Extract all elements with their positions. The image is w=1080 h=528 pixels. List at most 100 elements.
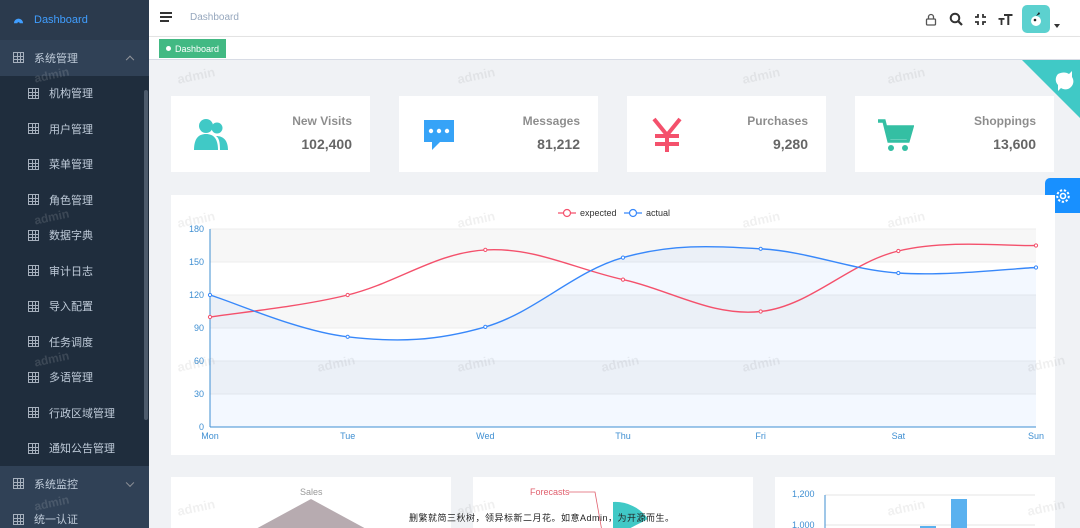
x-tick-label: Thu (615, 431, 631, 441)
sidebar-item-7[interactable]: 任务调度 (0, 324, 149, 360)
card-label: Purchases (747, 114, 808, 128)
sidebar-group-label: 系统监控 (34, 478, 78, 491)
card-value: 81,212 (537, 136, 580, 152)
sidebar-item-label: 任务调度 (49, 336, 93, 349)
table-icon (28, 407, 39, 419)
card-value: 9,280 (772, 136, 808, 152)
x-tick-label: Mon (201, 431, 219, 441)
legend-marker (628, 208, 638, 218)
hamburger-icon[interactable] (160, 12, 172, 24)
x-tick-label: Sun (1028, 431, 1044, 441)
sidebar-item-1[interactable]: 用户管理 (0, 111, 149, 147)
data-point-expected (345, 292, 350, 298)
search-icon[interactable] (947, 11, 964, 28)
data-point-expected (483, 247, 488, 253)
sidebar-item-label: 导入配置 (49, 301, 93, 314)
data-point-actual (483, 324, 488, 329)
table-icon (28, 442, 39, 454)
table-icon (28, 300, 39, 312)
line-chart-panel: 0 30 60 90 120 150 180 Mon Tue Wed Thu Fri Sat Sun exp… (171, 195, 1055, 455)
data-point-expected (207, 314, 213, 320)
sidebar-item-label: 用户管理 (49, 123, 93, 136)
x-tick-label: Fri (755, 431, 766, 441)
sidebar-item-4[interactable]: 数据字典 (0, 217, 149, 253)
card-label: Shoppings (974, 114, 1036, 128)
sidebar-item-label: Dashboard (34, 14, 88, 26)
tags-view: Dashboard (149, 37, 1080, 60)
money-icon (645, 113, 689, 157)
watermark: admin (175, 64, 217, 87)
y-tick-label: 150 (189, 257, 204, 267)
breadcrumb[interactable]: Dashboard (190, 12, 239, 23)
sidebar-scrollbar[interactable] (144, 90, 148, 420)
x-tick-label: Sat (892, 431, 906, 441)
card-value: 13,600 (993, 136, 1036, 152)
y-tick-label: 30 (194, 389, 204, 399)
main-content: New Visits 102,400 Messages 81,212 Purch… (149, 60, 1080, 528)
avatar[interactable] (1022, 5, 1050, 33)
sidebar-group-auth[interactable]: 统一认证 (0, 501, 149, 528)
x-tick-label: Wed (476, 431, 494, 441)
sidebar-item-6[interactable]: 导入配置 (0, 288, 149, 324)
peoples-icon (189, 113, 233, 157)
y-tick-label: 90 (194, 323, 204, 333)
sidebar-item-0[interactable]: 机构管理 (0, 75, 149, 111)
sidebar-group-monitor[interactable]: 系统监控 (0, 466, 149, 502)
sidebar-item-9[interactable]: 行政区域管理 (0, 395, 149, 431)
navbar: Dashboard (149, 0, 1080, 37)
table-icon (28, 158, 39, 170)
table-icon (28, 194, 39, 206)
sidebar-item-label: 审计日志 (49, 265, 93, 278)
data-point-actual (207, 292, 213, 298)
watermark: admin (885, 64, 927, 87)
y-tick-label: 120 (189, 290, 204, 300)
panel-shoppings[interactable]: Shoppings 13,600 (855, 96, 1054, 172)
x-tick-label: Tue (340, 431, 355, 441)
data-point-expected (758, 309, 763, 314)
sidebar-item-label: 多语管理 (49, 372, 93, 385)
table-icon (13, 513, 24, 525)
watermark: admin (740, 64, 782, 87)
y-tick-label: 60 (194, 356, 204, 366)
data-point-actual (896, 270, 901, 276)
caret-down-icon[interactable] (1054, 24, 1060, 28)
watermark: admin (455, 64, 497, 87)
tag-label: Dashboard (175, 43, 220, 54)
sidebar: Dashboard 系统管理 机构管理用户管理菜单管理角色管理数据字典审计日志导… (0, 0, 149, 528)
sidebar-item-5[interactable]: 审计日志 (0, 253, 149, 289)
panel-messages[interactable]: Messages 81,212 (399, 96, 598, 172)
y-tick-label: 180 (189, 224, 204, 234)
sidebar-item-dashboard[interactable]: Dashboard (0, 0, 149, 40)
sidebar-item-label: 菜单管理 (49, 159, 93, 172)
table-icon (28, 229, 39, 241)
table-icon (28, 265, 39, 277)
panel-purchases[interactable]: Purchases 9,280 (627, 96, 826, 172)
sidebar-item-10[interactable]: 通知公告管理 (0, 430, 149, 466)
table-icon (28, 123, 39, 135)
data-point-actual (758, 246, 763, 251)
sidebar-item-label: 机构管理 (49, 88, 93, 101)
table-icon (28, 371, 39, 383)
text-size-icon[interactable] (997, 11, 1014, 28)
legend-label: expected (580, 208, 617, 218)
fullscreen-icon[interactable] (972, 11, 989, 28)
message-icon (417, 113, 461, 157)
chevron-down-icon (125, 478, 135, 487)
table-icon (28, 87, 39, 99)
panel-new-visits[interactable]: New Visits 102,400 (171, 96, 370, 172)
footer-quote: 删繁就简三秋树，领异标新二月花。如意Admin，为开源而生。 (409, 513, 675, 523)
table-icon (28, 336, 39, 348)
data-point-expected (620, 277, 626, 282)
sidebar-item-8[interactable]: 多语管理 (0, 359, 149, 395)
line-chart: 0306090120150180Mon Tue Wed Thu Fri Sat Sunexp… (189, 208, 1044, 441)
data-point-actual (345, 334, 350, 339)
table-icon (13, 478, 24, 490)
lock-icon[interactable] (922, 11, 939, 28)
tag-dashboard[interactable]: Dashboard (159, 39, 227, 58)
data-point-expected (1033, 243, 1039, 248)
sidebar-group-system[interactable]: 系统管理 (0, 40, 149, 76)
sidebar-item-3[interactable]: 角色管理 (0, 182, 149, 218)
sidebar-item-2[interactable]: 菜单管理 (0, 146, 149, 182)
sidebar-item-label: 角色管理 (49, 194, 93, 207)
bar-chart-panel: 1,200 1,000 (775, 477, 1055, 528)
